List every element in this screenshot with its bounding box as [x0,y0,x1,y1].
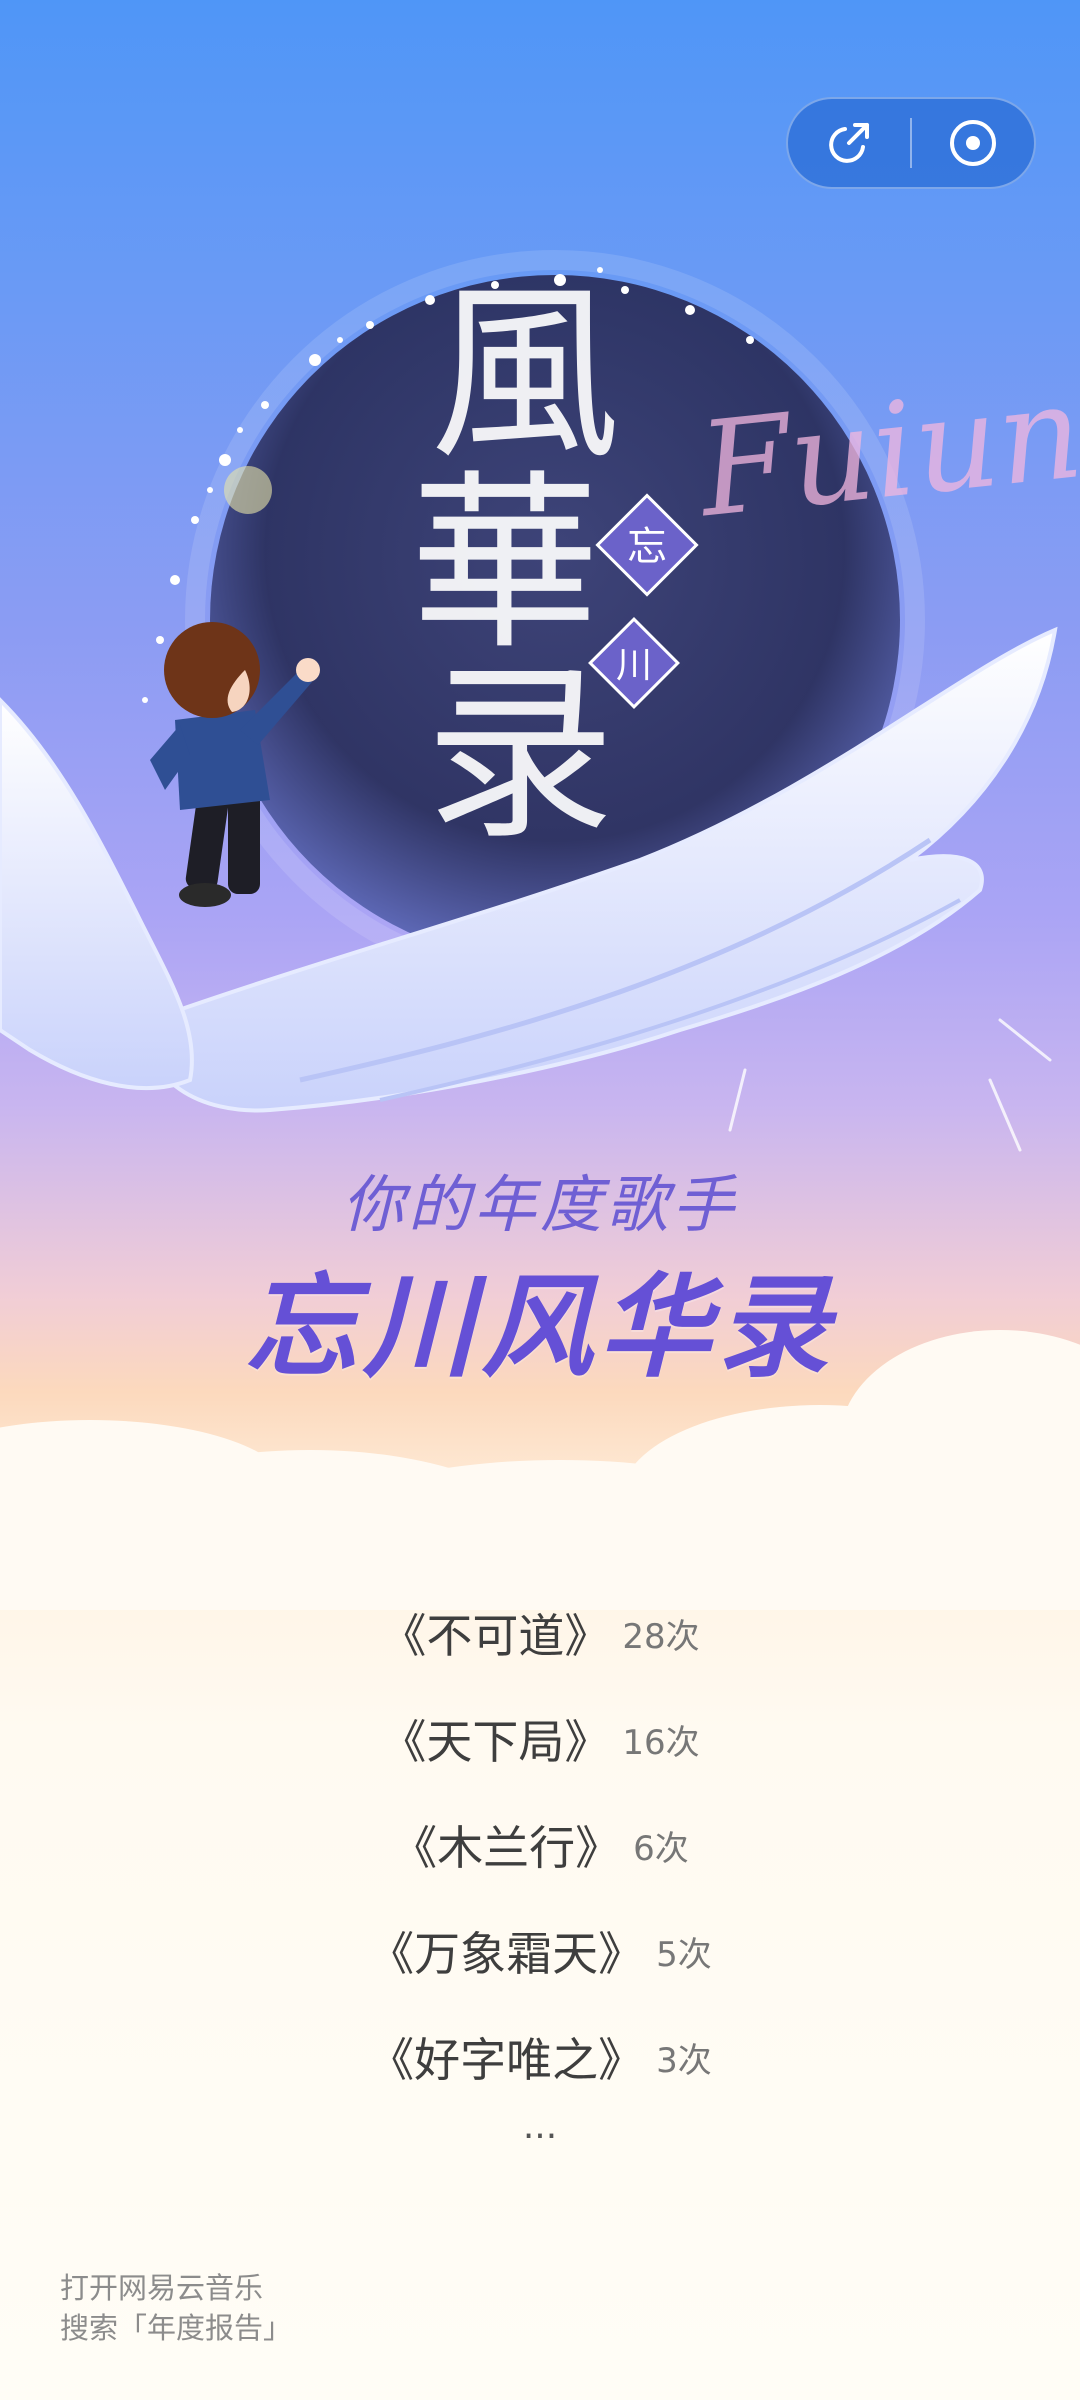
song-row: 《天下局》 16次 [0,1686,1080,1792]
seal-char-1: 忘 [627,524,667,570]
cloud-layer [0,1330,1080,1610]
song-title: 《万象霜天》 [368,1927,645,1981]
footer-line-1: 打开网易云音乐 [60,2271,264,2305]
song-row: 《木兰行》 6次 [0,1792,1080,1898]
seal-char-2: 川 [616,645,652,686]
song-title: 《不可道》 [380,1609,611,1663]
play-count: 16次 [622,1722,700,1763]
play-count: 5次 [656,1934,712,1975]
top-songs-list: 《不可道》 28次 《天下局》 16次 《木兰行》 6次 《万象霜天》 5次 《… [0,1580,1080,2147]
footer-hint: 打开网易云音乐 搜索「年度报告」 [60,2268,292,2348]
calligraphy-char-2: 華 [410,454,600,675]
song-title: 《木兰行》 [391,1821,622,1875]
song-row: 《好字唯之》 3次 [0,2004,1080,2110]
share-button[interactable] [788,97,910,189]
close-button[interactable] [912,97,1034,189]
close-circle-icon [949,120,996,166]
share-icon [829,123,869,163]
song-row: 《不可道》 28次 [0,1580,1080,1686]
play-count: 28次 [622,1616,700,1657]
play-count: 3次 [656,2040,712,2081]
more-ellipsis: ... [522,2106,558,2147]
play-count: 6次 [633,1828,689,1869]
page-subtitle: 你的年度歌手 [341,1168,738,1241]
calligraphy-char-1: 風 [430,264,620,485]
glow-orb [224,466,272,514]
song-row: 《万象霜天》 5次 [0,1898,1080,2004]
song-title: 《好字唯之》 [368,2033,645,2087]
capsule-menu [786,97,1036,189]
hero-illustration: Fuiun 風 華 录 忘 川 [0,250,1080,1152]
calligraphy-char-3: 录 [425,644,615,865]
footer-line-2: 搜索「年度报告」 [60,2311,293,2345]
song-title: 《天下局》 [380,1715,611,1769]
